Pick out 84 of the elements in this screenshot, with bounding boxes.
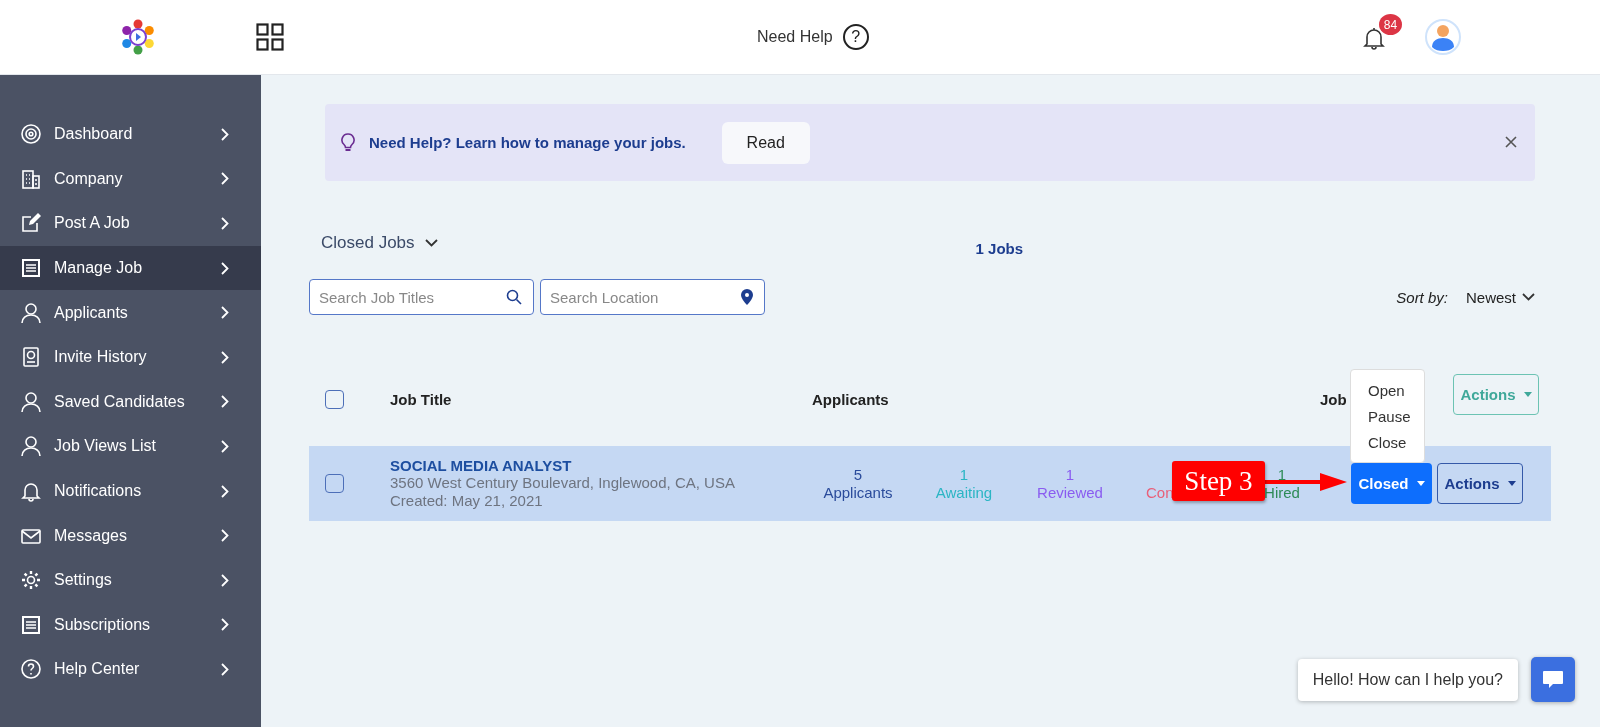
sidebar-item[interactable]: Dashboard [0,112,261,157]
chevron-right-icon [221,573,229,587]
sidebar-item[interactable]: Manage Job [0,245,261,291]
chevron-down-icon [1522,293,1535,301]
job-address: 3560 West Century Boulevard, Inglewood, CA, USA [390,474,735,492]
sidebar-item[interactable]: Subscriptions [0,602,261,648]
search-icon[interactable] [506,289,522,305]
chevron-right-icon [221,662,229,676]
job-title-link[interactable]: SOCIAL MEDIA ANALYST [390,457,572,474]
chat-greeting: Hello! How can I help you? [1297,658,1518,701]
building-icon [20,167,42,190]
target-icon [20,123,42,146]
sort-label: Sort by: [1396,288,1448,306]
sort-dropdown[interactable]: Newest [1465,288,1535,306]
sidebar-item[interactable]: Messages [0,513,261,558]
menu-item[interactable]: Close [1351,430,1424,456]
sidebar-item[interactable]: Applicants [0,290,261,335]
location-search-field[interactable]: Search Location [540,279,765,315]
chat-button[interactable] [1531,657,1575,702]
edit-icon [20,212,42,235]
chevron-down-icon [424,239,438,247]
help-icon[interactable]: ? [842,24,869,50]
chevron-right-icon [221,306,229,320]
read-button[interactable]: Read [721,121,810,164]
chat-icon [1542,669,1564,690]
stat-label: Hired [1264,483,1300,502]
job-filter-dropdown[interactable]: Closed Jobs [309,233,438,253]
chevron-right-icon [221,350,229,364]
sidebar-item[interactable]: Post A Job [0,201,261,246]
sidebar-item[interactable]: Company [0,156,261,202]
sidebar-item[interactable]: Invite History [0,334,261,380]
help-icon [20,658,42,681]
chevron-right-icon [221,484,229,498]
notification-badge: 84 [1379,14,1402,35]
row-checkbox[interactable] [325,474,344,493]
stat-count: 5 [853,465,863,484]
help-link[interactable]: Need Help [757,28,833,46]
sidebar-item[interactable]: Settings [0,557,261,603]
menu-item[interactable]: Open [1351,378,1424,404]
chevron-right-icon [221,618,229,632]
avatar-icon[interactable] [1425,19,1461,55]
grid-icon[interactable] [256,23,284,51]
chevron-right-icon [221,395,229,409]
job-title-search-field[interactable]: Search Job Titles [309,279,534,315]
select-all-checkbox[interactable] [325,390,344,409]
jobs-count: 1 Jobs [975,239,1024,257]
bell-icon[interactable] [1363,26,1385,52]
settings-icon [20,569,42,592]
banner-text: Need Help? Learn how to manage your jobs. [369,134,686,151]
status-dropdown-button[interactable]: Closed [1351,463,1432,504]
stat-count: 1 [959,465,969,484]
chevron-right-icon [221,261,229,275]
chevron-right-icon [221,127,229,141]
stat-count: 1 [1277,465,1287,484]
sidebar-item[interactable]: Help Center [0,647,261,692]
user-icon [20,301,42,324]
document-icon [20,346,42,369]
stat-label: Reviewed [1037,483,1103,502]
bell-icon [20,480,42,503]
chevron-right-icon [221,172,229,186]
logo-icon [120,17,156,57]
user-icon [20,435,42,458]
sidebar-item[interactable]: Notifications [0,468,261,514]
column-header: Job Title [390,391,452,408]
chevron-right-icon [221,439,229,453]
stat-label: Applicants [823,483,893,502]
close-icon[interactable] [1505,135,1517,148]
lightbulb-icon [341,132,355,153]
job-created-date: Created: May 21, 2021 [390,492,543,510]
column-header: Job [1320,391,1347,408]
location-pin-icon [741,289,753,305]
stat-count: 1 [1065,465,1075,484]
stat-label: Awaiting [935,483,993,502]
user-icon [20,390,42,413]
list-icon [20,613,42,636]
sidebar-item[interactable]: Saved Candidates [0,379,261,425]
step-annotation: Step 3 [1172,461,1265,501]
actions-button[interactable]: Actions [1437,463,1523,504]
column-header: Applicants [812,391,889,408]
chevron-right-icon [221,217,229,230]
list-icon [20,257,42,280]
menu-item[interactable]: Pause [1351,404,1424,430]
chevron-right-icon [221,529,229,543]
sidebar-item[interactable]: Job Views List [0,424,261,469]
